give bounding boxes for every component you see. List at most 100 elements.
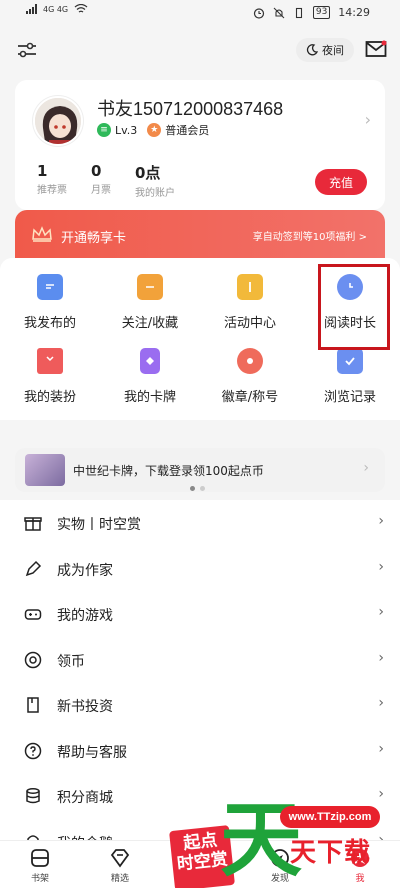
menu-item-label: 新书投资 <box>57 699 113 715</box>
promo-thumbnail <box>25 454 65 486</box>
grid-item-activity-center[interactable]: 活动中心 <box>200 258 300 338</box>
wifi-icon <box>74 4 88 13</box>
menu-item-label: 领币 <box>57 653 85 670</box>
medal-icon <box>237 348 263 374</box>
level-icon: ≡ <box>97 123 111 137</box>
crown-icon <box>32 226 52 242</box>
coin-icon <box>24 651 42 668</box>
chevron-right-icon: › <box>378 649 384 666</box>
stat-label: 月票 <box>91 185 111 196</box>
menu-item-help[interactable]: 帮助与客服 › <box>0 728 400 774</box>
star-badge-icon: ★ <box>147 123 162 137</box>
status-bar: 4G 4G 93 14:29 <box>0 0 400 30</box>
message-icon <box>37 274 63 300</box>
menu-item-merch[interactable]: 实物丨时空赏 › <box>0 500 400 546</box>
menu-item-claim-coins[interactable]: 领币 › <box>0 637 400 683</box>
tab-label: 我 <box>355 874 365 884</box>
gamepad-icon <box>24 609 42 620</box>
watermark-text: 天下载 <box>290 838 372 868</box>
carousel-dots <box>190 486 205 491</box>
pen-icon <box>25 560 42 576</box>
vip-perks-link[interactable]: 享自动签到等10项福利 > <box>253 228 367 243</box>
grid-item-label: 活动中心 <box>223 316 276 331</box>
grid-item-my-cards[interactable]: 我的卡牌 <box>100 332 200 412</box>
chevron-right-icon: › <box>363 460 369 476</box>
grid-item-label: 徽章/称号 <box>221 390 279 405</box>
gift-icon <box>237 274 263 300</box>
gift-box-icon <box>24 517 42 531</box>
signal-icon <box>26 4 37 14</box>
menu-item-my-games[interactable]: 我的游戏 › <box>0 591 400 637</box>
stat-value: 0 <box>91 162 102 180</box>
tab-bookshelf[interactable]: 书架 <box>0 841 80 888</box>
top-bar: 夜间 <box>0 30 400 70</box>
stat-value: 1 <box>37 162 48 180</box>
network-indicators: 4G 4G <box>26 4 88 14</box>
stat-label: 我的账户 <box>135 188 175 199</box>
stat-recommend-tickets[interactable]: 1 推荐票 <box>37 162 67 199</box>
history-icon <box>337 348 363 374</box>
grid-item-badges[interactable]: 徽章/称号 <box>200 332 300 412</box>
grid-item-my-posts[interactable]: 我发布的 <box>0 258 100 338</box>
shirt-icon <box>37 348 63 374</box>
card-icon <box>140 348 160 374</box>
battery-indicator: 93 <box>312 6 331 19</box>
network-label: 4G 4G <box>43 4 69 14</box>
watermark-site: www.TTzip.com <box>280 806 380 828</box>
menu-item-label: 帮助与客服 <box>57 744 127 761</box>
vibrate-icon <box>295 7 302 18</box>
menu-item-label: 我的游戏 <box>57 608 113 624</box>
menu-item-become-author[interactable]: 成为作家 › <box>0 546 400 592</box>
profile-card[interactable]: 书友150712000837468 ≡ Lv.3 ★ 普通会员 › 1 推荐票 … <box>15 80 385 210</box>
diamond-icon <box>110 849 130 868</box>
tab-label: 书架 <box>30 874 49 884</box>
bookshelf-icon <box>31 849 49 867</box>
chevron-right-icon: › <box>378 786 384 802</box>
recharge-button[interactable]: 充值 <box>315 169 367 195</box>
promo-text: 中世纪卡牌，下载登录领100起点币 <box>73 464 264 478</box>
chevron-right-icon: › <box>378 513 384 529</box>
folder-icon <box>137 274 163 300</box>
avatar-image <box>35 98 81 144</box>
membership-badge[interactable]: ★ 普通会员 <box>147 122 209 138</box>
level-badge[interactable]: ≡ Lv.3 <box>97 123 137 137</box>
grid-item-label: 浏览记录 <box>323 390 376 405</box>
clock-time: 14:29 <box>338 6 370 19</box>
stat-value: 0点 <box>135 164 161 182</box>
database-icon <box>26 788 40 804</box>
chevron-right-icon: › <box>378 695 384 711</box>
chevron-right-icon: › <box>378 558 384 575</box>
grid-item-label: 我的装扮 <box>23 390 76 405</box>
chevron-right-icon: › <box>364 110 371 129</box>
bookmark-icon <box>27 697 39 713</box>
vip-title: 开通畅享卡 <box>61 231 127 246</box>
stat-account[interactable]: 0点 我的账户 <box>135 162 175 199</box>
sliders-icon <box>18 42 36 58</box>
mute-icon <box>273 7 285 18</box>
night-mode-button[interactable]: 夜间 <box>296 38 354 62</box>
night-mode-label: 夜间 <box>322 44 344 57</box>
vip-card-banner[interactable]: 开通畅享卡 享自动签到等10项福利 > <box>15 210 385 260</box>
messages-button[interactable] <box>365 40 387 58</box>
membership-label: 普通会员 <box>165 124 210 137</box>
grid-item-follows[interactable]: 关注/收藏 <box>100 258 200 338</box>
grid-item-label: 关注/收藏 <box>121 316 179 331</box>
menu-item-label: 积分商城 <box>57 790 113 806</box>
menu-item-label: 成为作家 <box>57 562 113 579</box>
settings-button[interactable] <box>16 40 38 60</box>
tab-label: 精选 <box>110 874 129 884</box>
avatar[interactable] <box>33 96 83 146</box>
moon-icon <box>306 44 318 56</box>
chevron-right-icon: › <box>378 604 384 620</box>
tab-featured[interactable]: 精选 <box>80 841 160 888</box>
grid-item-my-outfit[interactable]: 我的装扮 <box>0 332 100 412</box>
mail-icon <box>365 40 387 57</box>
chevron-right-icon: › <box>378 740 384 757</box>
grid-item-label: 我发布的 <box>23 316 76 331</box>
alarm-icon <box>253 7 264 19</box>
stat-label: 推荐票 <box>37 185 67 196</box>
stat-monthly-tickets[interactable]: 0 月票 <box>91 162 111 199</box>
menu-item-new-book-invest[interactable]: 新书投资 › <box>0 682 400 728</box>
help-icon <box>24 742 42 759</box>
level-label: Lv.3 <box>115 123 138 137</box>
